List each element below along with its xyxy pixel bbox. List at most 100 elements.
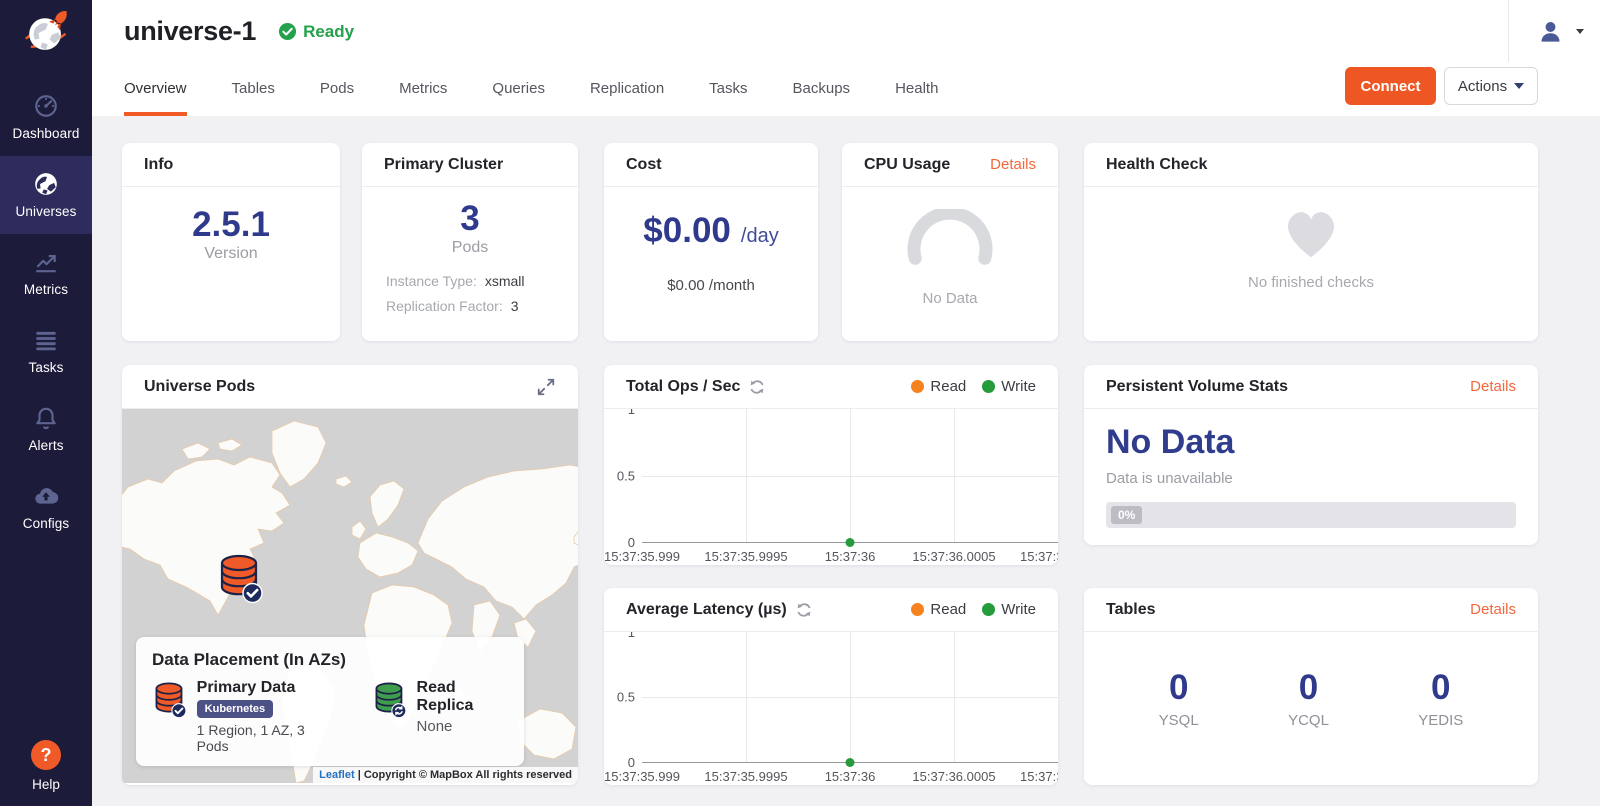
- card-title: Universe Pods: [144, 378, 255, 396]
- pvs-details-link[interactable]: Details: [1470, 378, 1516, 395]
- sidebar-item-label: Metrics: [24, 282, 68, 297]
- card-title: Primary Cluster: [384, 156, 503, 174]
- sidebar-item-alerts[interactable]: Alerts: [0, 390, 92, 468]
- sidebar-item-help[interactable]: ? Help: [0, 740, 92, 792]
- pvs-progress-bar: 0%: [1106, 502, 1516, 528]
- sidebar-item-tasks[interactable]: Tasks: [0, 312, 92, 390]
- tables-details-link[interactable]: Details: [1470, 601, 1516, 618]
- refresh-chart-button[interactable]: [796, 602, 812, 618]
- planet-rocket-logo-icon: [18, 7, 74, 63]
- sidebar-item-label: Universes: [16, 204, 77, 219]
- expand-icon: [536, 377, 556, 397]
- refresh-chart-button[interactable]: [749, 379, 765, 395]
- x-tick: 15:37:35.9995: [704, 769, 787, 784]
- tab-backups[interactable]: Backups: [793, 80, 851, 116]
- total-ops-chart-card: Total Ops / Sec: [604, 365, 1058, 565]
- tab-tasks[interactable]: Tasks: [709, 80, 747, 116]
- cpu-empty-text: No Data: [842, 290, 1058, 307]
- list-icon: [33, 327, 59, 353]
- user-avatar-icon: [1537, 18, 1564, 45]
- version-value: 2.5.1: [122, 205, 340, 245]
- read-series-dot-icon: [911, 380, 924, 393]
- cpu-details-link[interactable]: Details: [990, 156, 1036, 173]
- cpu-usage-card: CPU Usage Details No Data: [842, 143, 1058, 341]
- gauge-icon: [33, 93, 59, 119]
- x-tick: 15:37:35.999: [604, 769, 680, 784]
- world-map[interactable]: Data Placement (In AZs): [122, 409, 578, 783]
- legend-write[interactable]: Write: [982, 601, 1036, 618]
- y-tick: 0.5: [617, 468, 635, 483]
- primary-database-icon: [152, 679, 187, 721]
- x-tick: 15:37:35.9995: [704, 549, 787, 564]
- sidebar-item-label: Help: [32, 777, 60, 792]
- page-header: universe-1 Ready Overview Tables Pods Me…: [92, 0, 1600, 116]
- universe-title: universe-1: [124, 16, 256, 47]
- y-tick: 0.5: [617, 690, 635, 705]
- card-title: CPU Usage: [864, 156, 950, 174]
- data-placement-panel: Data Placement (In AZs): [136, 637, 524, 766]
- check-circle-icon: [278, 22, 297, 41]
- write-data-point: [846, 758, 855, 767]
- globe-icon: [33, 171, 59, 197]
- sidebar-item-dashboard[interactable]: Dashboard: [0, 78, 92, 156]
- tab-queries[interactable]: Queries: [492, 80, 545, 116]
- connect-button[interactable]: Connect: [1345, 67, 1436, 105]
- cloud-upload-icon: [33, 483, 59, 509]
- tab-overview[interactable]: Overview: [124, 80, 187, 116]
- sidebar-item-configs[interactable]: Configs: [0, 468, 92, 546]
- ycql-stat: 0 YCQL: [1288, 668, 1329, 729]
- tab-metrics[interactable]: Metrics: [399, 80, 447, 116]
- persistent-volume-card: Persistent Volume Stats Details No Data …: [1084, 365, 1538, 545]
- instance-type-label: Instance Type:: [386, 273, 477, 289]
- sidebar-item-label: Alerts: [28, 438, 63, 453]
- expand-map-button[interactable]: [536, 377, 556, 397]
- kubernetes-badge: Kubernetes: [197, 700, 274, 718]
- legend-read[interactable]: Read: [911, 601, 966, 618]
- tab-tables[interactable]: Tables: [232, 80, 275, 116]
- map-attribution: Leaflet | Copyright © MapBox All rights …: [313, 767, 578, 783]
- read-replica-label: Read Replica: [417, 679, 508, 715]
- tab-health[interactable]: Health: [895, 80, 938, 116]
- pvs-value: No Data: [1106, 423, 1516, 462]
- yedis-label: YEDIS: [1418, 712, 1463, 729]
- status-badge: Ready: [278, 22, 354, 42]
- card-title: Health Check: [1106, 156, 1207, 174]
- read-replica-legend: Read Replica None: [372, 679, 508, 754]
- cost-per-day-value: $0.00: [643, 211, 731, 251]
- write-series-dot-icon: [982, 380, 995, 393]
- yedis-stat: 0 YEDIS: [1418, 668, 1463, 729]
- sidebar-item-universes[interactable]: Universes: [0, 156, 92, 234]
- chevron-down-icon: [1514, 83, 1524, 89]
- legend-write[interactable]: Write: [982, 378, 1036, 395]
- y-tick: 0: [628, 535, 635, 550]
- x-tick: 15:37:35.999: [604, 549, 680, 564]
- sidebar-item-label: Dashboard: [13, 126, 80, 141]
- tab-replication[interactable]: Replication: [590, 80, 664, 116]
- legend-read[interactable]: Read: [911, 378, 966, 395]
- app-logo[interactable]: [0, 0, 92, 70]
- card-title: Cost: [626, 156, 662, 174]
- tab-pods[interactable]: Pods: [320, 80, 354, 116]
- tab-bar: Overview Tables Pods Metrics Queries Rep…: [124, 80, 938, 116]
- actions-button[interactable]: Actions: [1444, 67, 1538, 105]
- chart-plot-area[interactable]: 1 0.5 0 15:37:35.999 15:37:35.9995 15:37…: [604, 632, 1058, 785]
- data-placement-title: Data Placement (In AZs): [152, 650, 508, 670]
- chart-legend: Read Write: [911, 378, 1036, 395]
- ysql-count: 0: [1159, 668, 1199, 708]
- x-tick: 15:37:36.001: [1020, 549, 1058, 564]
- chevron-down-icon: [1576, 29, 1584, 34]
- user-menu[interactable]: [1508, 0, 1600, 62]
- y-tick: 0: [628, 755, 635, 770]
- primary-data-caption: 1 Region, 1 AZ, 3 Pods: [197, 722, 328, 754]
- sidebar-item-metrics[interactable]: Metrics: [0, 234, 92, 312]
- pvs-progress-label: 0%: [1111, 506, 1142, 524]
- universe-pods-card: Universe Pods: [122, 365, 578, 785]
- avg-latency-chart-card: Average Latency (µs): [604, 588, 1058, 785]
- leaflet-link[interactable]: Leaflet: [319, 769, 354, 781]
- cost-per-month: $0.00 /month: [604, 277, 818, 294]
- card-title: Average Latency (µs): [626, 601, 787, 619]
- replication-factor-value: 3: [511, 298, 519, 314]
- chart-plot-area[interactable]: 1 0.5 0 15:37:35.999 15:37:35.9995 15:37…: [604, 409, 1058, 565]
- refresh-icon: [749, 379, 765, 395]
- primary-cluster-map-marker[interactable]: [216, 553, 263, 604]
